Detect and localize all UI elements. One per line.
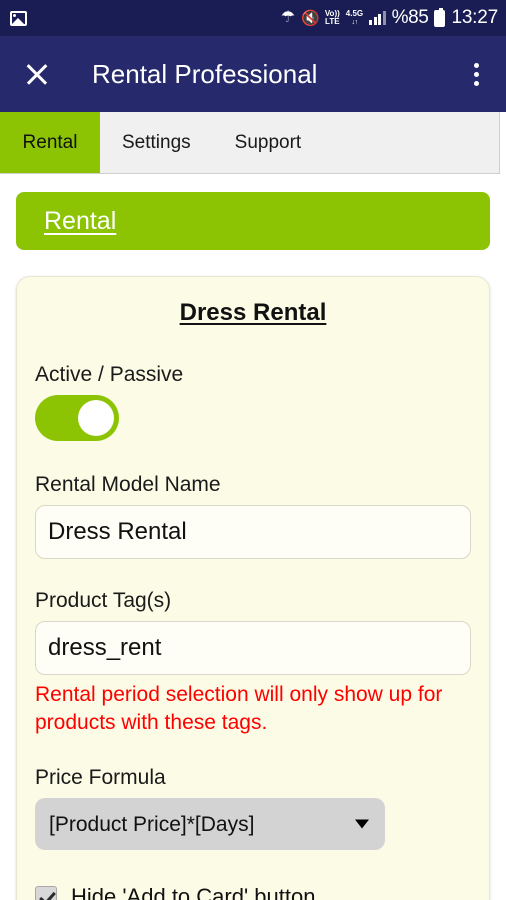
tab-rental[interactable]: Rental — [0, 112, 100, 173]
overflow-dot — [473, 62, 479, 68]
app-bar: Rental Professional — [0, 36, 506, 112]
battery-icon — [434, 7, 446, 27]
clock-label: 13:27 — [451, 7, 498, 28]
overflow-menu-icon[interactable] — [464, 62, 488, 86]
volte-icon: Vo)) LTE — [325, 10, 340, 26]
network-generation-icon: 4.5G ↓↑ — [345, 8, 364, 27]
battery-percent-label: %85 — [391, 7, 429, 28]
status-bar: ☂ 🔇 Vo)) LTE 4.5G ↓↑ %85 13:27 — [0, 0, 506, 36]
hide-add-to-card-row[interactable]: Hide 'Add to Card' button — [35, 884, 471, 900]
page-title: Rental Professional — [92, 58, 318, 89]
active-passive-label: Active / Passive — [35, 363, 184, 386]
mute-icon: 🔇 — [301, 9, 320, 27]
tab-bar: Rental Settings Support — [0, 112, 500, 174]
dress-rental-card: Dress Rental Active / Passive Rental Mod… — [16, 276, 490, 900]
overflow-dot — [473, 80, 479, 86]
price-formula-select[interactable]: [Product Price]*[Days] — [35, 798, 385, 851]
active-passive-field: Active / Passive — [35, 363, 471, 441]
product-tags-label: Product Tag(s) — [35, 589, 172, 612]
price-formula-label: Price Formula — [35, 766, 166, 790]
network-data-arrows: ↓↑ — [351, 18, 358, 26]
overflow-dot — [473, 71, 479, 77]
volte-line-2: LTE — [325, 17, 340, 26]
tab-settings[interactable]: Settings — [100, 112, 213, 173]
product-tags-input[interactable] — [35, 621, 471, 675]
photo-icon — [10, 10, 27, 26]
bluetooth-icon: ☂ — [280, 9, 296, 26]
status-bar-left — [10, 10, 27, 26]
active-passive-toggle[interactable] — [35, 395, 119, 441]
price-formula-select-wrap: [Product Price]*[Days] — [35, 798, 385, 851]
close-icon[interactable] — [24, 61, 50, 87]
rental-section-banner[interactable]: Rental — [16, 192, 490, 250]
hide-add-to-card-label: Hide 'Add to Card' button — [71, 884, 316, 900]
tab-support[interactable]: Support — [213, 112, 324, 173]
rental-model-name-input[interactable] — [35, 505, 471, 559]
signal-bars-icon — [369, 11, 386, 25]
rental-model-name-label: Rental Model Name — [35, 473, 221, 496]
hide-add-to-card-checkbox[interactable] — [35, 886, 57, 900]
rental-section-banner-label: Rental — [44, 206, 117, 235]
toggle-knob — [78, 400, 114, 436]
status-bar-right: ☂ 🔇 Vo)) LTE 4.5G ↓↑ %85 13:27 — [281, 7, 498, 29]
product-tags-helper-text: Rental period selection will only show u… — [35, 683, 443, 734]
card-title: Dress Rental — [179, 299, 327, 326]
page-body: Rental Dress Rental Active / Passive Ren… — [0, 174, 506, 900]
rental-model-name-field: Rental Model Name — [35, 473, 471, 559]
product-tags-field: Product Tag(s) Rental period selection w… — [35, 589, 471, 736]
price-formula-field: Price Formula [Product Price]*[Days] — [35, 766, 471, 851]
network-generation-label: 4.5G — [345, 8, 364, 18]
